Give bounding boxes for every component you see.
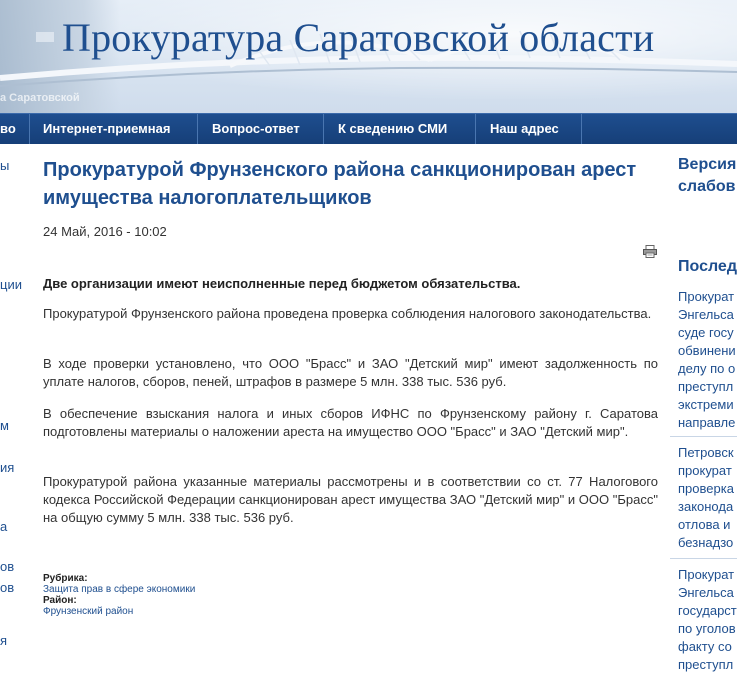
nav-item-faq[interactable]: Вопрос-ответ [212,114,300,144]
district-label: Район: [43,595,77,606]
news-item-line[interactable]: обвинени [678,342,736,360]
news-item-line[interactable]: Петровск [678,444,734,462]
site-title[interactable]: Прокуратура Саратовской области [62,14,654,61]
left-sidebar-link[interactable]: ов [0,580,14,595]
site-header: а Саратовской Прокуратура Саратовской об… [0,0,737,113]
news-item-line[interactable]: безнадзо [678,534,733,552]
news-item-line[interactable]: государст [678,602,737,620]
accessibility-version-link[interactable]: Версия [678,156,736,174]
district-value: Фрунзенский район [43,606,133,617]
news-item-line[interactable]: преступл [678,656,733,674]
news-item-line[interactable]: преступл [678,378,733,396]
news-item-line[interactable]: Энгельса [678,584,734,602]
rubric-value: Защита прав в сфере экономики [43,584,195,595]
nav-item-home[interactable]: во [0,114,16,144]
rubric-link[interactable]: Защита прав в сфере экономики [43,584,195,595]
news-item-line[interactable]: отлова и [678,516,730,534]
article-paragraph: В ходе проверки установлено, что ООО "Бр… [43,356,658,389]
news-item-line[interactable]: направле [678,414,735,432]
nav-item-internet-reception[interactable]: Интернет-приемная [43,114,170,144]
left-sidebar-link[interactable]: ов [0,559,14,574]
article-lead: Две организации имеют неисполненные пере… [43,276,521,291]
nav-divider [475,114,476,144]
nav-item-media[interactable]: К сведению СМИ [338,114,447,144]
accessibility-version-link-line2[interactable]: слабов [678,178,735,196]
left-sidebar-link[interactable]: м [0,418,9,433]
news-item-line[interactable]: факту со [678,638,732,656]
rubric-label: Рубрика: [43,573,88,584]
article-title: Прокуратурой Фрунзенского района санкцио… [43,159,637,209]
nav-divider [197,114,198,144]
header-faded-caption: а Саратовской [0,92,80,104]
nav-divider [323,114,324,144]
news-divider [670,436,737,437]
left-sidebar-link[interactable]: ции [0,277,22,292]
latest-news-heading: Послед [678,258,737,275]
nav-divider [29,114,30,144]
article-paragraph: Прокуратурой Фрунзенского района проведе… [43,306,652,321]
news-item-line[interactable]: проверка [678,480,734,498]
left-sidebar-link[interactable]: а [0,519,7,534]
district-label-text: Район: [43,595,77,606]
district-link[interactable]: Фрунзенский район [43,606,133,617]
news-divider [670,558,737,559]
news-item-line[interactable]: Прокурат [678,288,734,306]
news-item-line[interactable]: суде госу [678,324,734,342]
article-date: 24 Май, 2016 - 10:02 [43,224,167,239]
rubric-label-text: Рубрика: [43,573,88,584]
news-item-line[interactable]: Прокурат [678,566,734,584]
news-item-line[interactable]: Энгельса [678,306,734,324]
news-item-line[interactable]: по уголов [678,620,736,638]
news-item-line[interactable]: прокурат [678,462,732,480]
main-nav: во Интернет-приемная Вопрос-ответ К свед… [0,113,737,144]
print-icon[interactable] [643,245,657,258]
nav-item-address[interactable]: Наш адрес [490,114,559,144]
left-sidebar-link[interactable]: ы [0,158,9,173]
article-paragraph: Прокуратурой района указанные материалы … [43,474,658,525]
news-item-line[interactable]: законода [678,498,733,516]
news-item-line[interactable]: делу по о [678,360,735,378]
article-paragraph: В обеспечение взыскания налога и иных сб… [43,406,658,439]
left-sidebar-link[interactable]: я [0,633,7,648]
nav-divider [581,114,582,144]
left-sidebar-link[interactable]: ия [0,460,14,475]
news-item-line[interactable]: экстреми [678,396,734,414]
